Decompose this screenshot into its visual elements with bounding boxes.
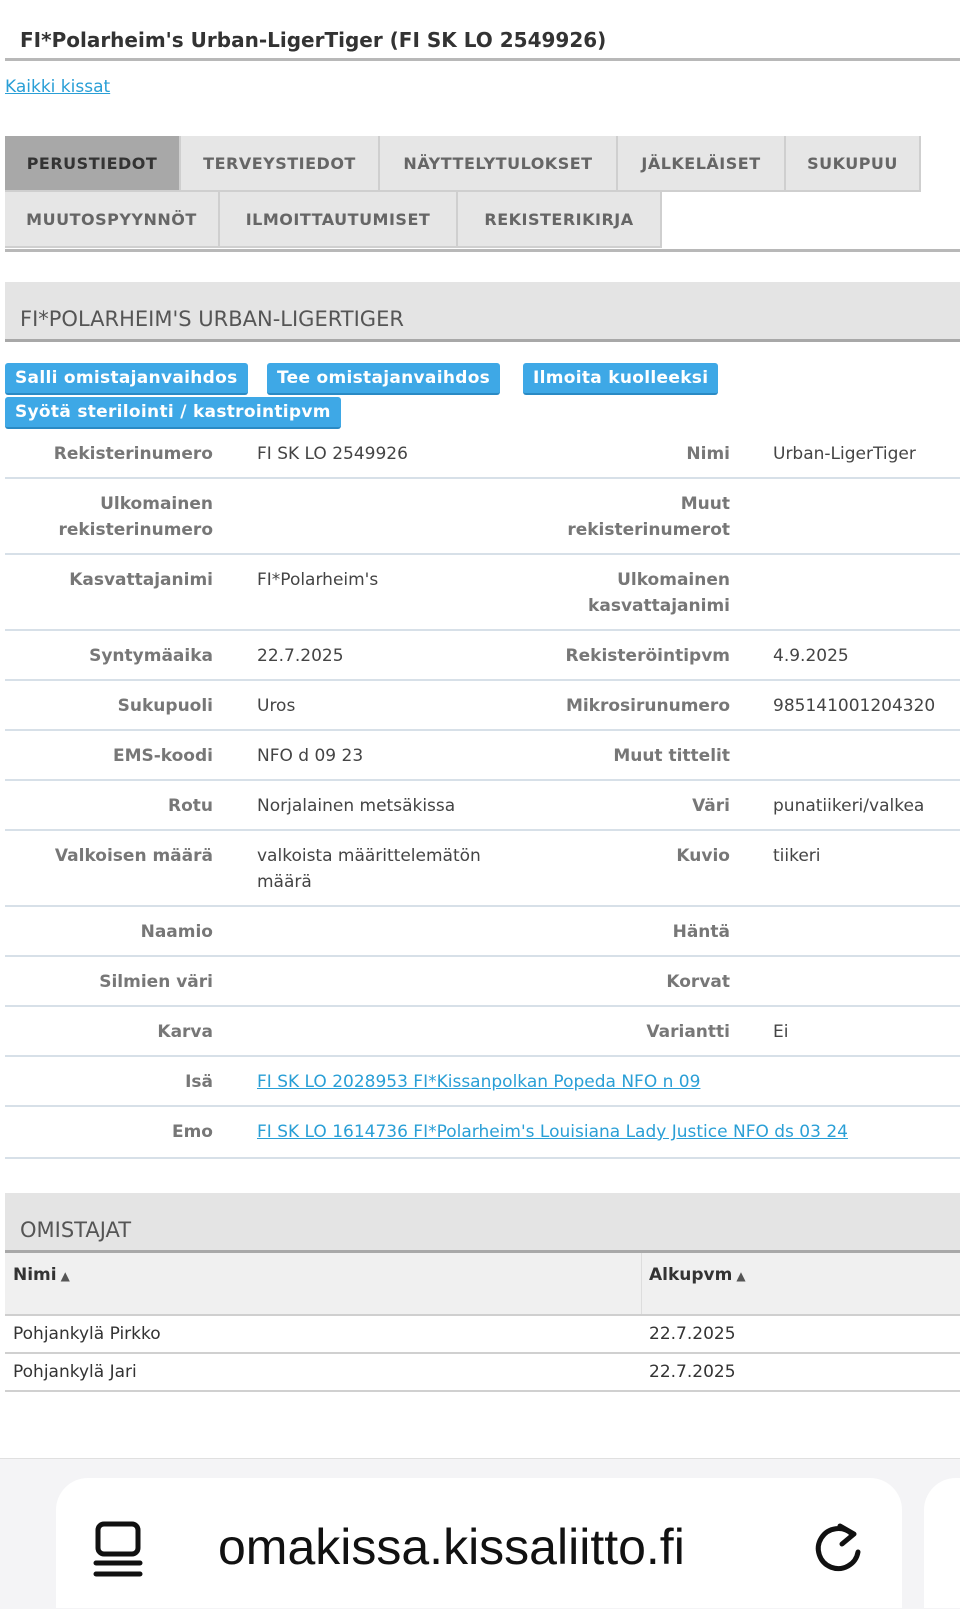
sort-icon[interactable]: ▲︎ (736, 1269, 745, 1283)
reader-mode-icon[interactable] (92, 1518, 148, 1582)
owner-start-date: 22.7.2025 (649, 1362, 736, 1382)
sort-icon[interactable]: ▲︎ (61, 1269, 70, 1283)
detail-row: Ulkomainen rekisterinumero Muut rekister… (5, 479, 960, 555)
make-owner-change-button[interactable]: Tee omistajanvaihdos (267, 363, 501, 395)
enter-sterilization-date-button[interactable]: Syötä sterilointi / kastrointipvm (5, 397, 341, 429)
detail-label: EMS-koodi (112, 746, 213, 766)
detail-label: Naamio (140, 922, 213, 942)
detail-label: Valkoisen määrä (54, 846, 213, 866)
detail-label: Muut rekisterinumerot (567, 494, 730, 540)
detail-value: punatiikeri/valkea (773, 796, 925, 816)
column-header-label: Nimi (13, 1265, 57, 1285)
column-header-name[interactable]: Nimi ▲︎ (13, 1265, 70, 1285)
sire-link[interactable]: FI SK LO 2028953 FI*Kissanpolkan Popeda … (257, 1069, 700, 1095)
detail-value: 4.9.2025 (773, 646, 849, 666)
detail-value: valkoista määrittelemätön määrä (257, 846, 481, 892)
detail-value: Urban-LigerTiger (773, 444, 916, 464)
all-cats-link[interactable]: Kaikki kissat (5, 77, 110, 97)
tab-muutospyynnot[interactable]: MUUTOSPYYNNÖT (5, 192, 220, 248)
tab-jalkelaiset[interactable]: JÄLKELÄISET (618, 136, 786, 192)
detail-row-sire: Isä FI SK LO 2028953 FI*Kissanpolkan Pop… (5, 1057, 960, 1107)
detail-value: 22.7.2025 (257, 646, 344, 666)
detail-row: Karva Variantti Ei (5, 1007, 960, 1057)
detail-label: Karva (157, 1022, 213, 1042)
detail-row: EMS-koodi NFO d 09 23 Muut tittelit (5, 731, 960, 781)
detail-label: Muut tittelit (613, 746, 730, 766)
detail-label: Isä (185, 1072, 213, 1092)
detail-label: Korvat (666, 972, 730, 992)
table-row: Pohjankylä Pirkko 22.7.2025 (5, 1316, 960, 1354)
tab-rekisterikirja[interactable]: REKISTERIKIRJA (458, 192, 662, 248)
tab-perustiedot[interactable]: PERUSTIEDOT (5, 136, 181, 192)
detail-value: FI*Polarheim's (257, 570, 379, 590)
column-header-label: Alkupvm (649, 1265, 733, 1285)
owner-start-date: 22.7.2025 (649, 1324, 736, 1344)
owner-name: Pohjankylä Jari (13, 1362, 137, 1382)
detail-value: FI SK LO 2549926 (257, 444, 408, 464)
owner-name: Pohjankylä Pirkko (13, 1324, 161, 1344)
detail-label: Variantti (646, 1022, 730, 1042)
next-tab-edge[interactable] (924, 1478, 960, 1608)
table-row: Pohjankylä Jari 22.7.2025 (5, 1354, 960, 1392)
title-divider (5, 58, 960, 61)
detail-label: Kuvio (676, 846, 730, 866)
report-dead-button[interactable]: Ilmoita kuolleeksi (523, 363, 719, 395)
detail-label: Rotu (168, 796, 213, 816)
detail-value: NFO d 09 23 (257, 746, 364, 766)
detail-label: Kasvattajanimi (69, 570, 213, 590)
column-separator (641, 1253, 642, 1314)
detail-label: Ulkomainen rekisterinumero (58, 494, 213, 540)
detail-label: Silmien väri (99, 972, 213, 992)
owners-heading: OMISTAJAT (20, 1218, 132, 1242)
detail-value: 985141001204320 (773, 696, 936, 716)
tab-bar: PERUSTIEDOT TERVEYSTIEDOT NÄYTTELYTULOKS… (5, 136, 960, 248)
allow-owner-change-button[interactable]: Salli omistajanvaihdos (5, 363, 248, 395)
owners-table-header: Nimi ▲︎ Alkupvm ▲︎ (5, 1253, 960, 1316)
tab-terveystiedot[interactable]: TERVEYSTIEDOT (181, 136, 380, 192)
detail-row: Rekisterinumero FI SK LO 2549926 Nimi Ur… (5, 431, 960, 479)
tab-nayttelytulokset[interactable]: NÄYTTELYTULOKSET (380, 136, 618, 192)
detail-label: Mikrosirunumero (565, 696, 730, 716)
cat-section-header: FI*POLARHEIM'S URBAN-LIGERTIGER (5, 282, 960, 342)
detail-label: Ulkomainen kasvattajanimi (588, 570, 730, 616)
detail-row: Silmien väri Korvat (5, 957, 960, 1007)
detail-label: Emo (171, 1122, 213, 1142)
page-title: FI*Polarheim's Urban-LigerTiger (FI SK L… (20, 28, 607, 52)
tab-sukupuu[interactable]: SUKUPUU (786, 136, 921, 192)
detail-label: Väri (692, 796, 730, 816)
tabs-divider (5, 249, 960, 252)
detail-label: Rekisterinumero (53, 444, 213, 464)
detail-row: Sukupuoli Uros Mikrosirunumero 985141001… (5, 681, 960, 731)
detail-label: Syntymäaika (89, 646, 213, 666)
detail-value: tiikeri (773, 846, 821, 866)
detail-row: Syntymäaika 22.7.2025 Rekisteröintipvm 4… (5, 631, 960, 681)
detail-row: Rotu Norjalainen metsäkissa Väri punatii… (5, 781, 960, 831)
reload-icon[interactable] (812, 1520, 868, 1580)
detail-value: Uros (257, 696, 296, 716)
column-header-start-date[interactable]: Alkupvm ▲︎ (649, 1265, 746, 1285)
detail-value: Norjalainen metsäkissa (257, 796, 456, 816)
detail-row: Naamio Häntä (5, 907, 960, 957)
detail-label: Nimi (686, 444, 730, 464)
detail-label: Rekisteröintipvm (565, 646, 730, 666)
owners-section-header: OMISTAJAT (5, 1193, 960, 1253)
detail-label: Sukupuoli (117, 696, 213, 716)
detail-row-dam: Emo FI SK LO 1614736 FI*Polarheim's Loui… (5, 1107, 960, 1159)
dam-link[interactable]: FI SK LO 1614736 FI*Polarheim's Louisian… (257, 1119, 848, 1145)
detail-value: Ei (773, 1022, 789, 1042)
detail-row: Kasvattajanimi FI*Polarheim's Ulkomainen… (5, 555, 960, 631)
cat-name-heading: FI*POLARHEIM'S URBAN-LIGERTIGER (20, 307, 404, 331)
detail-row: Valkoisen määrä valkoista määrittelemätö… (5, 831, 960, 907)
tab-ilmoittautumiset[interactable]: ILMOITTAUTUMISET (220, 192, 458, 248)
detail-label: Häntä (672, 922, 730, 942)
url-text[interactable]: omakissa.kissaliitto.fi (218, 1518, 685, 1576)
